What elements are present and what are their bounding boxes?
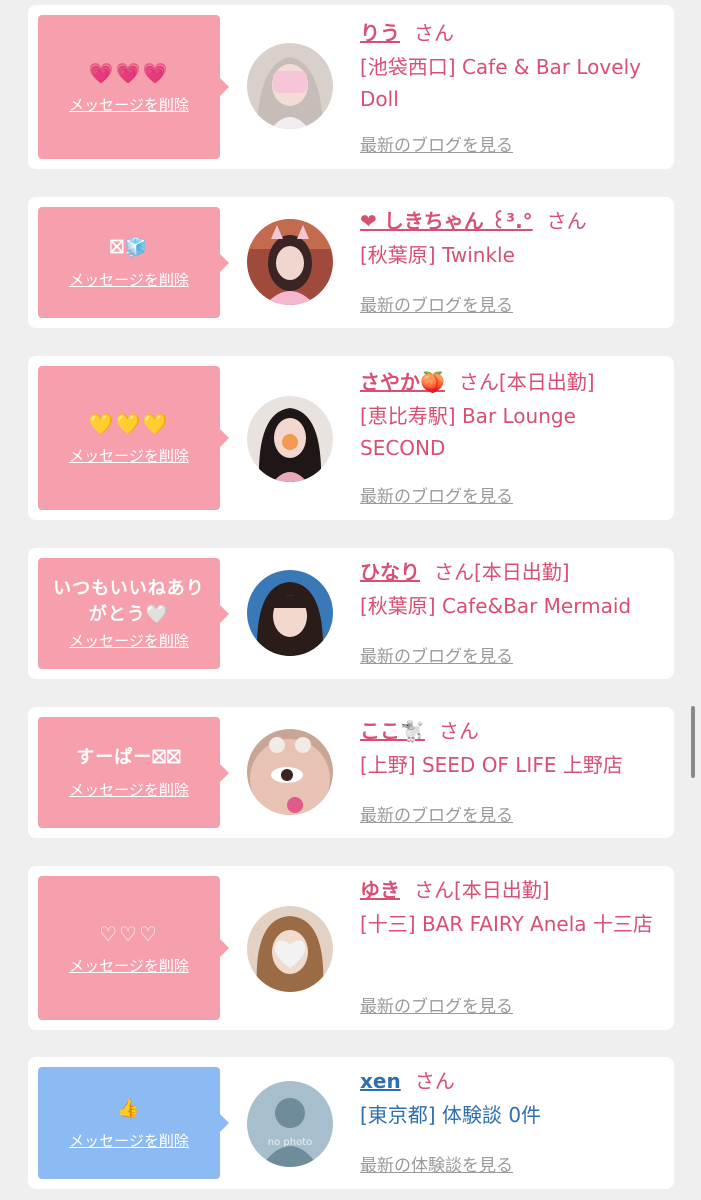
latest-blog-link[interactable]: 最新のブログを見る — [360, 131, 513, 156]
user-name-link[interactable]: xen — [360, 1069, 401, 1093]
scrollbar[interactable] — [691, 706, 695, 778]
message-bubble: 👍 メッセージを削除 — [38, 1067, 229, 1179]
avatar[interactable] — [247, 729, 333, 815]
name-line: さやか🍑 さん[本日出勤] — [360, 368, 664, 396]
delete-message-link[interactable]: メッセージを削除 — [69, 269, 189, 290]
san-label: さん — [434, 560, 474, 584]
message-card: 👍 メッセージを削除 no photo xen さん [東京都] 体験談 0件 最… — [28, 1057, 674, 1189]
san-label: さん — [438, 719, 479, 743]
shop-name: [東京都] 体験談 0件 — [360, 1103, 542, 1127]
avatar[interactable] — [247, 906, 333, 992]
message-card: 💗💗💗 メッセージを削除 りう さん [池袋西口] Cafe & Bar Love… — [28, 5, 674, 169]
message-card: 💛💛💛 メッセージを削除 さやか🍑 さん[本日出勤] [恵比寿駅] Bar Lou… — [28, 356, 674, 520]
shop-name: [上野] SEED OF LIFE 上野店 — [360, 753, 623, 777]
card-info: りう さん [池袋西口] Cafe & Bar Lovely Doll — [360, 19, 664, 115]
message-bubble: 💗💗💗 メッセージを削除 — [38, 15, 229, 159]
avatar[interactable] — [247, 396, 333, 482]
message-bubble: ♡♡♡ メッセージを削除 — [38, 876, 229, 1020]
message-bubble: ⛝🧊 メッセージを削除 — [38, 207, 229, 318]
message-text: ⛝🧊 — [109, 237, 149, 258]
card-info: ❤ しきちゃん ꒰³.° さん [秋葉原] Twinkle — [360, 207, 664, 271]
message-bubble: 💛💛💛 メッセージを削除 — [38, 366, 229, 510]
san-label: さん — [414, 21, 454, 45]
message-card: すーぱー⛝⛝ メッセージを削除 ここ🐩 さん [上野] SEED OF LIFE … — [28, 707, 674, 838]
card-info: ひなり さん[本日出勤] [秋葉原] Cafe&Bar Mermaid — [360, 558, 664, 622]
latest-blog-link[interactable]: 最新のブログを見る — [360, 291, 513, 316]
no-photo-text: no photo — [268, 1137, 312, 1148]
avatar[interactable] — [247, 43, 333, 129]
message-card: ⛝🧊 メッセージを削除 ❤ しきちゃん ꒰³.° さん [秋葉原] Twinkle… — [28, 197, 674, 328]
delete-message-link[interactable]: メッセージを削除 — [69, 630, 189, 651]
card-info: ここ🐩 さん [上野] SEED OF LIFE 上野店 — [360, 717, 664, 781]
shop-name: [秋葉原] Twinkle — [360, 243, 515, 267]
avatar[interactable] — [247, 570, 333, 656]
san-label: さん — [414, 878, 454, 902]
san-label: さん — [458, 370, 499, 394]
shop-name: [恵比寿駅] Bar Lounge SECOND — [360, 404, 576, 460]
name-line: ひなり さん[本日出勤] — [360, 558, 664, 586]
shop-name: [池袋西口] Cafe & Bar Lovely Doll — [360, 55, 641, 111]
latest-blog-link[interactable]: 最新のブログを見る — [360, 992, 513, 1017]
shop-name: [十三] BAR FAIRY Anela 十三店 — [360, 912, 653, 936]
girl-name-link[interactable]: りう — [360, 21, 400, 45]
girl-name-link[interactable]: ひなり — [360, 560, 420, 584]
message-text: 💗💗💗 — [88, 60, 170, 85]
message-bubble: すーぱー⛝⛝ メッセージを削除 — [38, 717, 229, 828]
status-label: [本日出勤] — [454, 878, 550, 902]
girl-name-link[interactable]: ❤ しきちゃん ꒰³.° — [360, 209, 533, 233]
delete-message-link[interactable]: メッセージを削除 — [69, 1130, 189, 1151]
delete-message-link[interactable]: メッセージを削除 — [69, 445, 189, 466]
delete-message-link[interactable]: メッセージを削除 — [69, 779, 189, 800]
name-line: ゆき さん[本日出勤] — [360, 876, 664, 904]
girl-name-link[interactable]: ここ🐩 — [360, 719, 425, 743]
latest-blog-link[interactable]: 最新のブログを見る — [360, 801, 513, 826]
message-text: 👍 — [117, 1097, 141, 1119]
avatar[interactable]: no photo — [247, 1081, 333, 1167]
san-label: さん — [414, 1069, 455, 1093]
message-text: ♡♡♡ — [99, 921, 159, 946]
message-bubble: いつもいいねありがとう🤍 メッセージを削除 — [38, 558, 229, 669]
message-text: いつもいいねありがとう🤍 — [53, 578, 205, 625]
name-line: りう さん — [360, 19, 664, 47]
message-text: すーぱー⛝⛝ — [76, 747, 182, 768]
card-info: xen さん [東京都] 体験談 0件 — [360, 1067, 664, 1131]
status-label: [本日出勤] — [498, 370, 595, 394]
avatar[interactable] — [247, 219, 333, 305]
name-line: xen さん — [360, 1067, 664, 1095]
message-card: ♡♡♡ メッセージを削除 ゆき さん[本日出勤] [十三] BAR FAIRY A… — [28, 866, 674, 1030]
card-info: さやか🍑 さん[本日出勤] [恵比寿駅] Bar Lounge SECOND — [360, 368, 664, 464]
message-text: 💛💛💛 — [88, 411, 170, 436]
message-card: いつもいいねありがとう🤍 メッセージを削除 ひなり さん[本日出勤] [秋葉原] … — [28, 548, 674, 679]
san-label: さん — [546, 209, 587, 233]
status-label: [本日出勤] — [474, 560, 570, 584]
delete-message-link[interactable]: メッセージを削除 — [69, 955, 189, 976]
latest-blog-link[interactable]: 最新のブログを見る — [360, 642, 513, 667]
card-info: ゆき さん[本日出勤] [十三] BAR FAIRY Anela 十三店 — [360, 876, 664, 940]
latest-blog-link[interactable]: 最新のブログを見る — [360, 482, 513, 507]
delete-message-link[interactable]: メッセージを削除 — [69, 94, 189, 115]
name-line: ここ🐩 さん — [360, 717, 664, 745]
girl-name-link[interactable]: ゆき — [360, 878, 400, 902]
girl-name-link[interactable]: さやか🍑 — [360, 370, 445, 394]
shop-name: [秋葉原] Cafe&Bar Mermaid — [360, 594, 632, 618]
name-line: ❤ しきちゃん ꒰³.° さん — [360, 207, 664, 235]
latest-review-link[interactable]: 最新の体験談を見る — [360, 1151, 513, 1176]
